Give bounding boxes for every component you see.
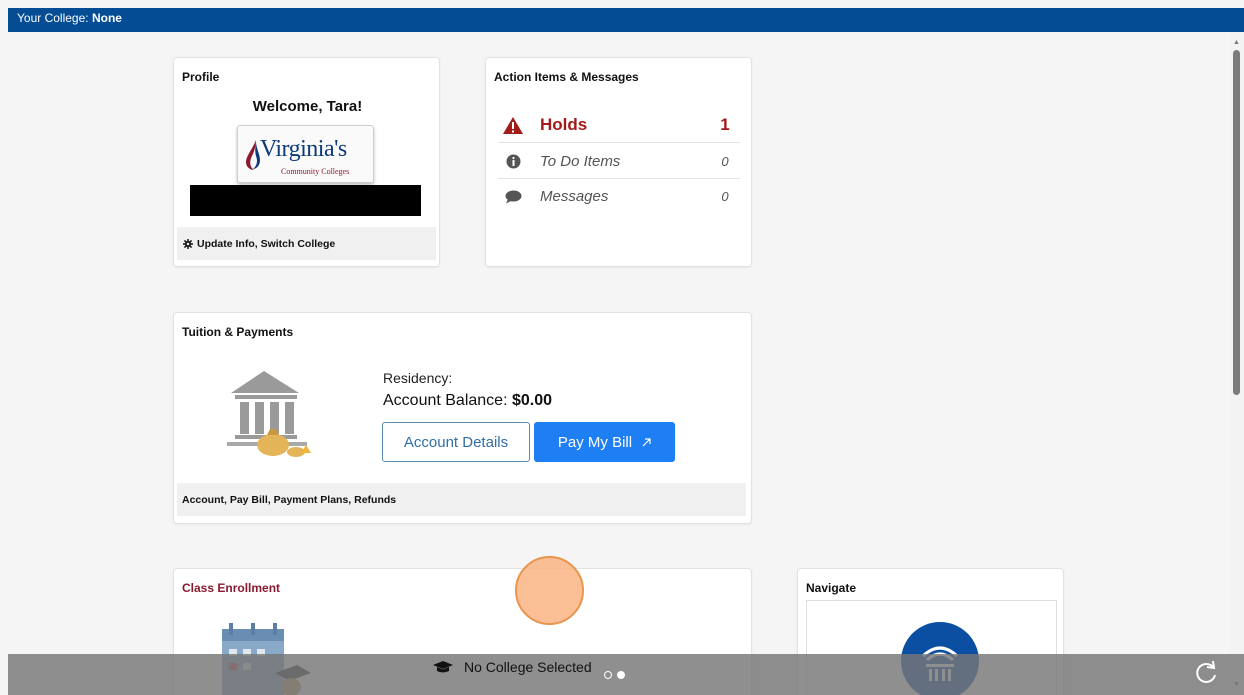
todo-item[interactable]: To Do Items 0 xyxy=(498,144,740,179)
navigate-title: Navigate xyxy=(806,581,857,595)
pay-bill-label: Pay My Bill xyxy=(557,433,633,451)
college-label: Your College: xyxy=(17,11,89,25)
college-value: None xyxy=(91,11,122,25)
holds-count: 1 xyxy=(720,115,730,134)
carousel-dot-1[interactable] xyxy=(604,671,612,679)
update-info-link[interactable]: Update Info, Switch College xyxy=(177,227,436,260)
refresh-icon[interactable] xyxy=(1194,660,1218,686)
welcome-message: Welcome, Tara! xyxy=(252,98,363,115)
graduation-cap-icon xyxy=(433,661,453,673)
holds-item[interactable]: Holds 1 xyxy=(498,108,740,143)
action-items-title: Action Items & Messages xyxy=(494,70,639,84)
pay-bill-button[interactable]: Pay My Bill xyxy=(534,422,675,462)
carousel-dot-2[interactable] xyxy=(617,671,625,679)
tuition-footer-link[interactable]: Account, Pay Bill, Payment Plans, Refund… xyxy=(177,483,746,516)
college-selector-label: No College Selected xyxy=(464,659,592,675)
messages-item[interactable]: Messages 0 xyxy=(498,179,740,214)
update-info-label: Update Info, Switch College xyxy=(197,237,336,250)
messages-label: Messages xyxy=(540,188,609,205)
balance-value: $0.00 xyxy=(511,392,553,409)
todo-label: To Do Items xyxy=(540,152,621,170)
scrollbar-thumb[interactable] xyxy=(1233,50,1240,395)
messages-count: 0 xyxy=(721,189,729,204)
balance-label: Account Balance: xyxy=(383,392,508,409)
chat-bubble-icon xyxy=(498,190,528,204)
gear-icon xyxy=(183,238,193,249)
profile-title: Profile xyxy=(182,70,220,84)
college-bar: Your College: None xyxy=(8,8,1244,32)
page-scrollbar[interactable]: ▲ ▼ xyxy=(1230,32,1244,695)
tuition-card: Tuition & Payments Residency: Account Ba… xyxy=(173,312,752,524)
holds-label: Holds xyxy=(540,115,588,134)
profile-card: Profile Welcome, Tara! Virginia's Commun… xyxy=(173,57,440,267)
bank-icon xyxy=(227,371,311,457)
info-circle-icon xyxy=(498,154,528,169)
logo-subtitle: Community Colleges xyxy=(281,167,350,176)
tuition-title: Tuition & Payments xyxy=(182,325,294,339)
warning-triangle-icon xyxy=(498,116,528,135)
redacted-block xyxy=(190,185,421,216)
page: Your College: None Profile Welcome, Tara… xyxy=(0,0,1244,695)
carousel-dots xyxy=(604,671,625,679)
bottom-overlay-bar xyxy=(8,654,1244,695)
touch-indicator xyxy=(515,556,584,625)
scroll-up-icon[interactable]: ▲ xyxy=(1233,39,1240,46)
logo-name: Virginia's xyxy=(260,136,347,162)
residency-label: Residency: xyxy=(383,370,453,386)
account-balance: Account Balance: $0.00 xyxy=(383,392,552,410)
action-items-card: Action Items & Messages Holds 1 To Do It… xyxy=(485,57,752,267)
account-details-button[interactable]: Account Details xyxy=(382,422,530,462)
class-enrollment-title: Class Enrollment xyxy=(182,581,281,595)
college-selector[interactable]: No College Selected xyxy=(432,655,592,679)
todo-count: 0 xyxy=(721,153,729,169)
college-logo: Virginia's Community Colleges xyxy=(237,125,374,183)
external-link-icon xyxy=(642,437,651,446)
